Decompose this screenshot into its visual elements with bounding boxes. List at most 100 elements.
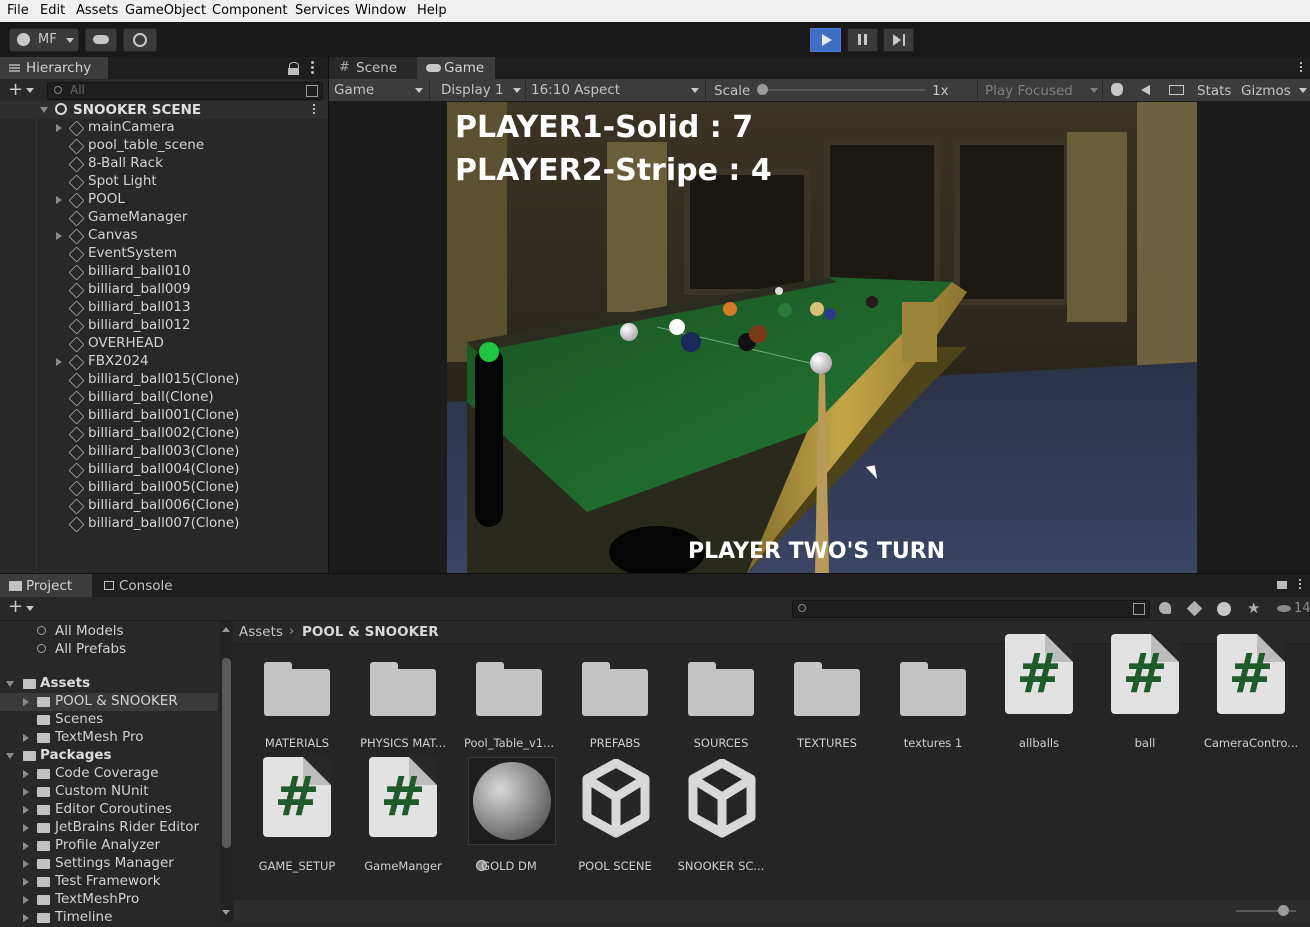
star-icon[interactable]: ★ bbox=[1247, 599, 1260, 617]
hierarchy-item[interactable]: mainCamera bbox=[0, 119, 328, 137]
filter-by-type-icon[interactable] bbox=[1159, 602, 1171, 614]
hierarchy-item[interactable]: pool_table_scene bbox=[0, 137, 328, 155]
scroll-down-icon[interactable] bbox=[222, 910, 230, 915]
menu-assets[interactable]: Assets bbox=[76, 3, 118, 18]
menu-services[interactable]: Services bbox=[295, 3, 350, 18]
asset-folder[interactable]: PHYSICS MAT... bbox=[350, 644, 456, 756]
asset-folder[interactable]: MATERIALS bbox=[244, 644, 350, 756]
hierarchy-item[interactable]: Spot Light bbox=[0, 173, 328, 191]
keyboard-icon[interactable] bbox=[1169, 85, 1184, 95]
account-dropdown[interactable]: MF bbox=[9, 28, 79, 52]
tree-packages-root[interactable]: Packages bbox=[0, 747, 218, 765]
kebab-menu-icon[interactable] bbox=[311, 61, 314, 64]
tab-console[interactable]: Console bbox=[92, 574, 187, 597]
hierarchy-item[interactable]: billiard_ball001(Clone) bbox=[0, 407, 328, 425]
bug-icon[interactable] bbox=[1111, 83, 1123, 96]
hierarchy-item[interactable]: 8-Ball Rack bbox=[0, 155, 328, 173]
tab-hierarchy[interactable]: Hierarchy bbox=[0, 57, 108, 79]
scale-slider[interactable] bbox=[757, 84, 925, 95]
folder-tree-item[interactable]: Settings Manager bbox=[0, 855, 218, 873]
chevron-down-icon[interactable] bbox=[26, 606, 34, 611]
play-focused-dropdown[interactable]: Play Focused bbox=[977, 79, 1103, 101]
hierarchy-item[interactable]: billiard_ball002(Clone) bbox=[0, 425, 328, 443]
scroll-up-icon[interactable] bbox=[222, 627, 230, 632]
expand-arrow-icon[interactable] bbox=[56, 358, 62, 366]
hierarchy-item[interactable]: GameManager bbox=[0, 209, 328, 227]
game-mode-dropdown[interactable]: Game bbox=[329, 79, 430, 101]
menu-help[interactable]: Help bbox=[417, 3, 447, 18]
hierarchy-item[interactable]: billiard_ball015(Clone) bbox=[0, 371, 328, 389]
search-filter-icon[interactable] bbox=[1133, 603, 1145, 615]
expand-arrow-icon[interactable] bbox=[56, 124, 62, 132]
breadcrumb-current[interactable]: POOL & SNOOKER bbox=[302, 624, 439, 640]
menu-component[interactable]: Component bbox=[212, 3, 287, 18]
hierarchy-item[interactable]: FBX2024 bbox=[0, 353, 328, 371]
project-search-input[interactable] bbox=[792, 600, 1150, 618]
expand-arrow-icon[interactable] bbox=[56, 196, 62, 204]
expand-arrow-icon[interactable] bbox=[23, 806, 29, 814]
folder-tree-item[interactable]: TextMeshPro bbox=[0, 891, 218, 909]
hierarchy-item[interactable]: billiard_ball004(Clone) bbox=[0, 461, 328, 479]
hierarchy-item[interactable]: billiard_ball(Clone) bbox=[0, 389, 328, 407]
hierarchy-item[interactable]: POOL bbox=[0, 191, 328, 209]
folder-tree-item[interactable]: Profile Analyzer bbox=[0, 837, 218, 855]
pause-button[interactable] bbox=[847, 28, 878, 52]
hierarchy-item[interactable]: Canvas bbox=[0, 227, 328, 245]
hierarchy-item[interactable]: billiard_ball013 bbox=[0, 299, 328, 317]
folder-tree-item[interactable]: Scenes bbox=[0, 711, 218, 729]
folder-tree-item[interactable]: Timeline bbox=[0, 909, 218, 927]
asset-script[interactable]: # CameraContro... bbox=[1198, 634, 1304, 756]
expand-arrow-icon[interactable] bbox=[40, 107, 48, 113]
expand-arrow-icon[interactable] bbox=[23, 860, 29, 868]
aspect-dropdown[interactable]: 16:10 Aspect bbox=[525, 79, 706, 101]
favorite-item[interactable]: All Models bbox=[0, 623, 218, 641]
asset-script[interactable]: # ball bbox=[1092, 634, 1198, 756]
display-dropdown[interactable]: Display 1 bbox=[435, 79, 526, 101]
asset-scene[interactable]: POOL SCENE bbox=[562, 759, 668, 879]
expand-arrow-icon[interactable] bbox=[23, 914, 29, 922]
add-icon[interactable]: + bbox=[8, 81, 23, 99]
asset-script[interactable]: # GAME_SETUP bbox=[244, 757, 350, 879]
expand-arrow-icon[interactable] bbox=[56, 232, 62, 240]
add-icon[interactable]: + bbox=[8, 598, 23, 616]
menu-edit[interactable]: Edit bbox=[40, 3, 65, 18]
expand-arrow-icon[interactable] bbox=[23, 698, 29, 706]
hierarchy-item[interactable]: billiard_ball005(Clone) bbox=[0, 479, 328, 497]
tab-scene[interactable]: # Scene bbox=[329, 57, 417, 79]
asset-script[interactable]: # allballs bbox=[986, 634, 1092, 756]
asset-folder[interactable]: TEXTURES bbox=[774, 644, 880, 756]
search-filter-icon[interactable] bbox=[306, 85, 318, 97]
chevron-down-icon[interactable] bbox=[26, 88, 34, 93]
tab-project[interactable]: Project bbox=[0, 574, 92, 597]
menu-window[interactable]: Window bbox=[355, 3, 406, 18]
asset-folder[interactable]: PREFABS bbox=[562, 644, 668, 756]
expand-arrow-icon[interactable] bbox=[23, 734, 29, 742]
asset-folder[interactable]: Pool_Table_v1... bbox=[456, 644, 562, 756]
scene-root-row[interactable]: SNOOKER SCENE bbox=[0, 101, 328, 119]
kebab-menu-icon[interactable] bbox=[1299, 579, 1301, 581]
hierarchy-item[interactable]: billiard_ball006(Clone) bbox=[0, 497, 328, 515]
asset-script[interactable]: # GameManger bbox=[350, 757, 456, 879]
folder-tree-item[interactable]: Editor Coroutines bbox=[0, 801, 218, 819]
slider-thumb[interactable] bbox=[757, 84, 768, 95]
cloud-button[interactable] bbox=[85, 28, 117, 52]
asset-folder[interactable]: textures 1 bbox=[880, 644, 986, 756]
folder-tree-item[interactable]: Code Coverage bbox=[0, 765, 218, 783]
folder-tree-item[interactable]: POOL & SNOOKER bbox=[0, 693, 218, 711]
folder-tree-item[interactable]: Custom NUnit bbox=[0, 783, 218, 801]
menu-file[interactable]: File bbox=[7, 3, 29, 18]
expand-arrow-icon[interactable] bbox=[23, 788, 29, 796]
game-viewport[interactable]: PLAYER1-Solid : 7 PLAYER2-Stripe : 4 PLA… bbox=[447, 102, 1197, 573]
kebab-menu-icon[interactable] bbox=[1300, 62, 1302, 64]
hierarchy-search-input[interactable]: All bbox=[47, 82, 323, 100]
breadcrumb-assets[interactable]: Assets bbox=[239, 624, 283, 640]
step-button[interactable] bbox=[883, 28, 914, 52]
expand-arrow-icon[interactable] bbox=[23, 896, 29, 904]
eye-icon[interactable] bbox=[1277, 605, 1291, 612]
icon-size-slider[interactable] bbox=[1236, 905, 1296, 916]
asset-scene[interactable]: SNOOKER SC... bbox=[668, 759, 774, 879]
hierarchy-item[interactable]: billiard_ball007(Clone) bbox=[0, 515, 328, 533]
stats-button[interactable]: Stats bbox=[1197, 83, 1231, 99]
expand-arrow-icon[interactable] bbox=[6, 753, 14, 759]
tree-scrollbar[interactable] bbox=[220, 621, 233, 921]
